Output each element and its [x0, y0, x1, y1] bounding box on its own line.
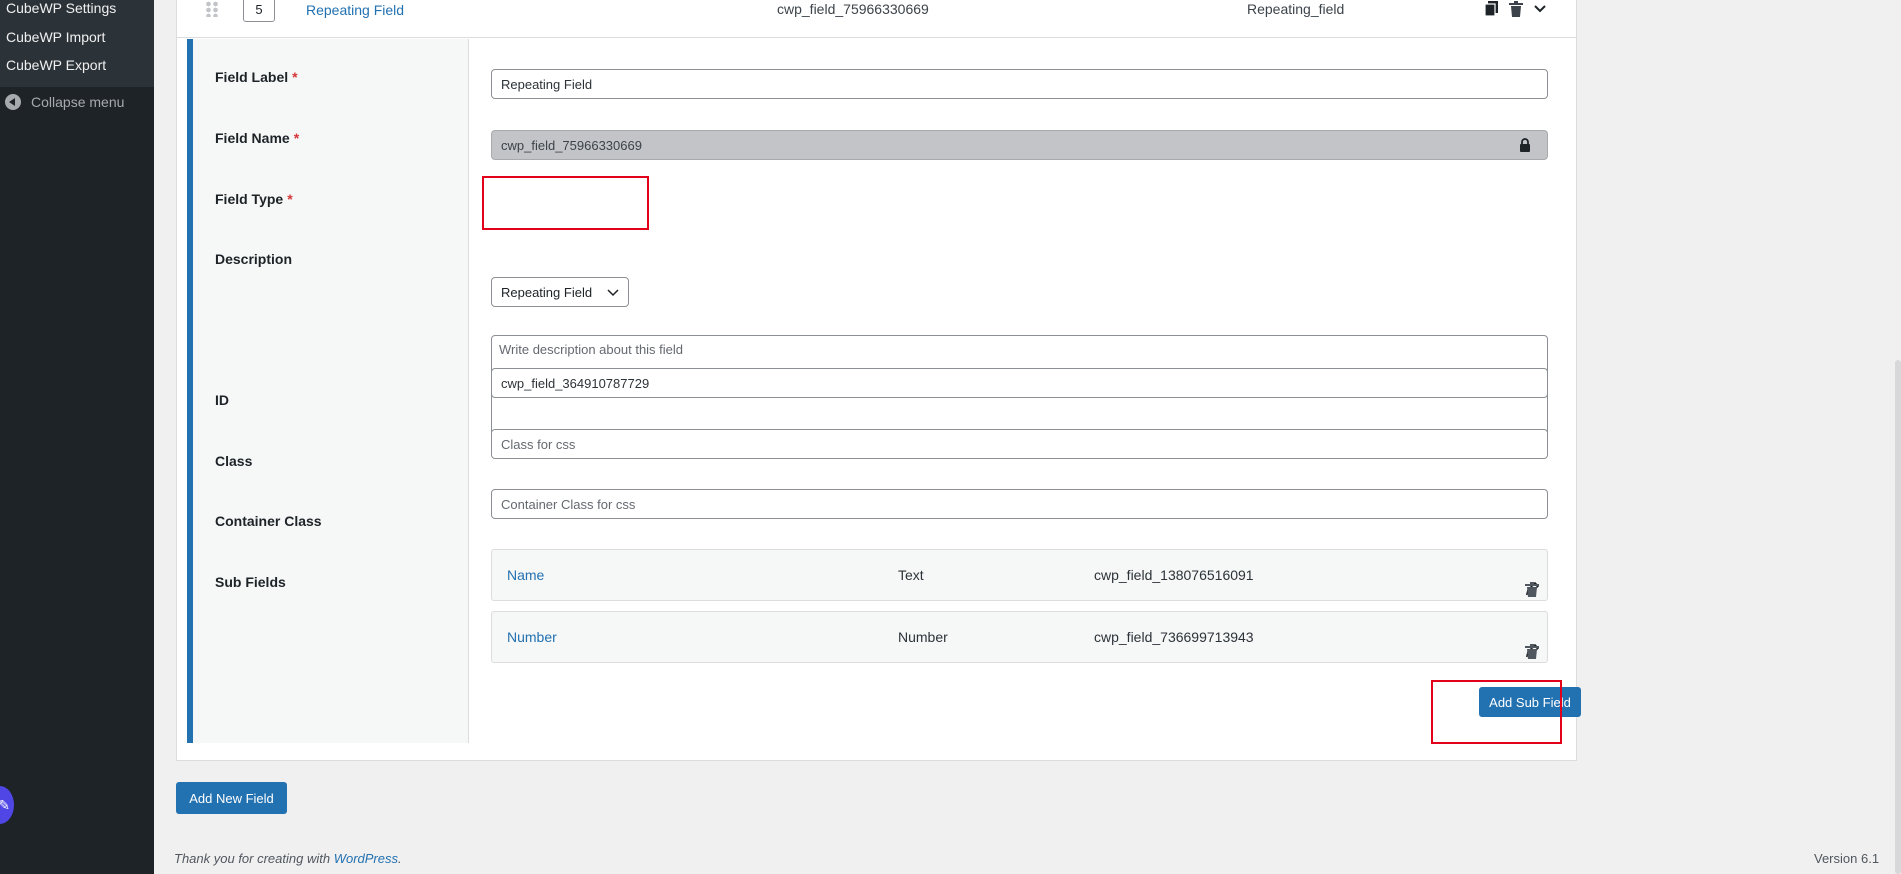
field-name-value: cwp_field_75966330669	[501, 137, 642, 153]
trash-icon[interactable]	[1525, 582, 1539, 600]
collapse-menu-button[interactable]: Collapse menu	[5, 94, 124, 110]
field-label-label: Field Label *	[215, 69, 298, 85]
collapse-menu-label: Collapse menu	[31, 94, 125, 110]
container-class-input[interactable]: Container Class for css	[491, 489, 1548, 519]
sidebar-item-cubewp-settings[interactable]: CubeWP Settings	[6, 0, 116, 16]
copy-icon[interactable]	[1484, 0, 1500, 22]
sub-field-label[interactable]: Name	[507, 567, 544, 583]
chevron-down-icon[interactable]	[1532, 1, 1548, 22]
field-order-number[interactable]: 5	[243, 0, 275, 22]
sub-field-type: Number	[898, 629, 948, 645]
chat-widget-icon[interactable]: ✎	[0, 786, 14, 824]
sidebar-item-cubewp-import[interactable]: CubeWP Import	[6, 29, 105, 45]
wordpress-link[interactable]: WordPress	[334, 851, 398, 866]
drag-handle-icon[interactable]	[205, 1, 219, 17]
sidebar-submenu: CubeWP Settings CubeWP Import CubeWP Exp…	[0, 0, 154, 87]
footer-thanks: Thank you for creating with WordPress.	[174, 851, 402, 866]
field-header-label[interactable]: Repeating Field	[306, 2, 404, 18]
scrollbar-thumb[interactable]	[1895, 360, 1901, 874]
field-header-name: cwp_field_75966330669	[777, 1, 929, 17]
sub-field-name: cwp_field_138076516091	[1094, 567, 1254, 583]
sub-field-name: cwp_field_736699713943	[1094, 629, 1254, 645]
class-input[interactable]: Class for css	[491, 429, 1548, 459]
footer-version: Version 6.1	[1814, 851, 1880, 866]
admin-sidebar: CubeWP Settings CubeWP Import CubeWP Exp…	[0, 0, 154, 874]
field-header-type: Repeating_field	[1247, 1, 1345, 17]
description-label: Description	[215, 251, 293, 267]
description-placeholder: Write description about this field	[499, 342, 684, 357]
field-card-body: Field Label * Field Name * Field Type * Des…	[187, 39, 1581, 743]
id-input[interactable]: cwp_field_364910787729	[491, 368, 1548, 398]
sub-field-label[interactable]: Number	[507, 629, 557, 645]
field-type-select[interactable]: Repeating Field	[491, 277, 629, 307]
field-name-label: Field Name *	[215, 130, 300, 146]
field-card-header[interactable]: 5 Repeating Field cwp_field_75966330669 …	[177, 0, 1576, 38]
sub-fields-label: Sub Fields	[215, 574, 286, 590]
id-label: ID	[215, 392, 229, 408]
sub-field-type: Text	[898, 567, 924, 583]
field-card: 5 Repeating Field cwp_field_75966330669 …	[176, 0, 1581, 761]
sub-field-row: Name Text cwp_field_138076516091	[491, 549, 1548, 601]
field-type-label: Field Type *	[215, 191, 293, 207]
field-type-value: Repeating Field	[501, 284, 593, 300]
chevron-down-icon	[607, 285, 619, 300]
collapse-arrow-icon	[5, 94, 21, 110]
add-sub-field-highlight-box	[1431, 680, 1562, 744]
field-labels-column: Field Label * Field Name * Field Type * Des…	[193, 39, 469, 743]
container-class-label: Container Class	[215, 513, 322, 529]
lock-icon	[1519, 138, 1531, 155]
field-name-input: cwp_field_75966330669	[491, 130, 1548, 160]
field-header-actions	[1484, 0, 1548, 22]
add-new-field-button[interactable]: Add New Field	[176, 782, 287, 814]
sidebar-item-cubewp-export[interactable]: CubeWP Export	[6, 57, 106, 73]
page-scrollbar[interactable]	[1895, 0, 1901, 874]
trash-icon[interactable]	[1509, 0, 1523, 22]
sub-field-row: Number Number cwp_field_736699713943	[491, 611, 1548, 663]
class-label: Class	[215, 453, 253, 469]
field-label-input[interactable]: Repeating Field	[491, 69, 1548, 99]
field-type-highlight-box	[482, 176, 649, 230]
trash-icon[interactable]	[1525, 644, 1539, 662]
